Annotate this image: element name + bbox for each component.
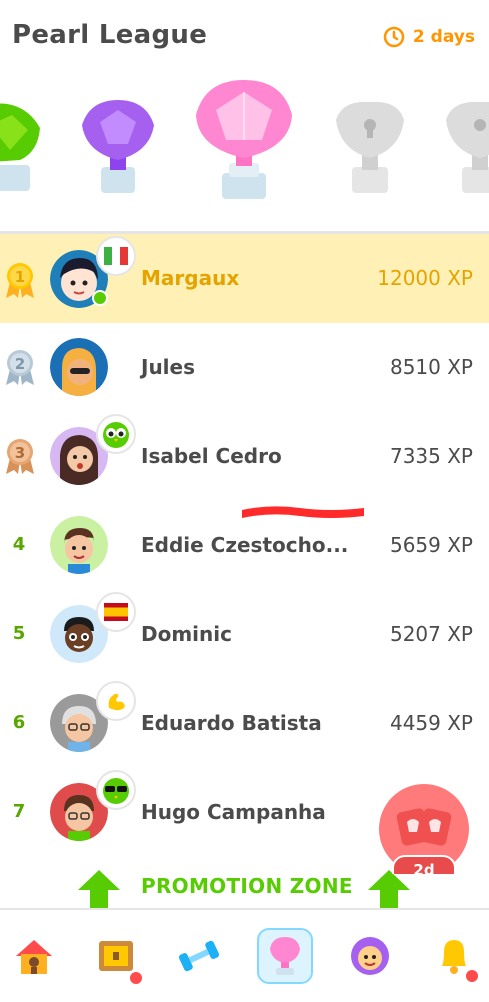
rank-number: 3	[15, 444, 25, 462]
silver-medal-icon: 2	[6, 350, 34, 385]
duo-owl-icon	[96, 414, 136, 454]
user-xp: 12000 XP	[377, 266, 473, 290]
user-name: Hugo Campanha	[141, 800, 326, 824]
rank-number: 5	[12, 623, 26, 644]
gold-medal-icon: 1	[6, 263, 34, 298]
bronze-medal-icon: 3	[6, 439, 34, 474]
nav-quests[interactable]	[88, 928, 144, 986]
locked-trophy-icon	[336, 101, 404, 193]
bicep-icon	[96, 681, 136, 721]
user-name: Jules	[141, 355, 196, 379]
cards-icon	[396, 808, 452, 846]
nav-practice[interactable]	[171, 928, 227, 984]
treasure-chest-icon	[99, 941, 133, 971]
avatar[interactable]	[50, 338, 108, 396]
league-title: Pearl League	[12, 20, 208, 50]
league-trophy-carousel[interactable]	[0, 70, 489, 230]
leaderboard-row-current-user[interactable]: 1 Margaux 12000 XP	[0, 234, 489, 518]
leaderboard-row[interactable]: 6 Eduardo Batista 4459 XP	[0, 679, 489, 768]
user-name: Eduardo Batista	[141, 711, 322, 735]
amethyst-trophy-icon	[82, 100, 154, 193]
user-name: Isabel Cedro	[141, 444, 282, 468]
promotion-zone-label: PROMOTION ZONE	[141, 874, 353, 898]
user-xp: 4459 XP	[389, 711, 473, 735]
user-xp: 7335 XP	[389, 444, 473, 468]
league-header: Pearl League 2 days	[0, 0, 489, 75]
rank-number: 6	[12, 712, 26, 733]
user-xp: 5659 XP	[389, 533, 473, 557]
user-name: Margaux	[141, 266, 240, 290]
emerald-trophy-icon	[0, 103, 40, 191]
pearl-trophy-icon	[196, 80, 292, 199]
league-timer: 2 days	[383, 26, 475, 48]
nav-notifications[interactable]	[426, 928, 482, 984]
notification-dot	[464, 968, 480, 984]
nav-leaderboard[interactable]	[257, 928, 313, 984]
flag-italy-icon	[96, 236, 136, 276]
online-status-dot	[92, 290, 108, 306]
rank-number: 4	[12, 534, 26, 555]
rank-number: 1	[15, 268, 25, 286]
notification-dot	[128, 970, 144, 986]
user-name: Eddie Czestocho...	[141, 533, 349, 557]
dumbbell-icon	[178, 940, 220, 972]
leaderboard-row[interactable]: 2 Jules 8510 XP	[0, 323, 489, 412]
duo-sunglasses-icon	[96, 770, 136, 810]
league-trophy-icon	[270, 937, 300, 975]
bottom-nav	[0, 908, 489, 1002]
fab-label: 2d	[413, 861, 435, 879]
leaderboard-row[interactable]: 4 Eddie Czestocho... 5659 XP	[0, 501, 489, 590]
flag-spain-icon	[96, 592, 136, 632]
up-arrow-icon	[78, 870, 120, 908]
rank-number: 7	[12, 801, 26, 822]
friends-quest-button[interactable]: 2d	[379, 784, 469, 885]
user-name: Dominic	[141, 622, 232, 646]
home-icon	[16, 940, 52, 974]
user-xp: 8510 XP	[389, 355, 473, 379]
locked-trophy-icon	[446, 101, 489, 193]
timer-text: 2 days	[412, 27, 475, 47]
user-xp: 5207 XP	[389, 622, 473, 646]
nav-profile[interactable]	[342, 928, 398, 984]
avatar[interactable]	[50, 516, 108, 574]
rank-number: 2	[15, 355, 25, 373]
nav-home[interactable]	[6, 928, 62, 984]
leaderboard-row[interactable]: 3 Isabel Cedro 7335 XP	[0, 412, 489, 501]
leaderboard-row[interactable]: 5 Dominic 5207 XP	[0, 590, 489, 679]
clock-icon	[383, 26, 405, 48]
profile-icon	[351, 937, 389, 975]
